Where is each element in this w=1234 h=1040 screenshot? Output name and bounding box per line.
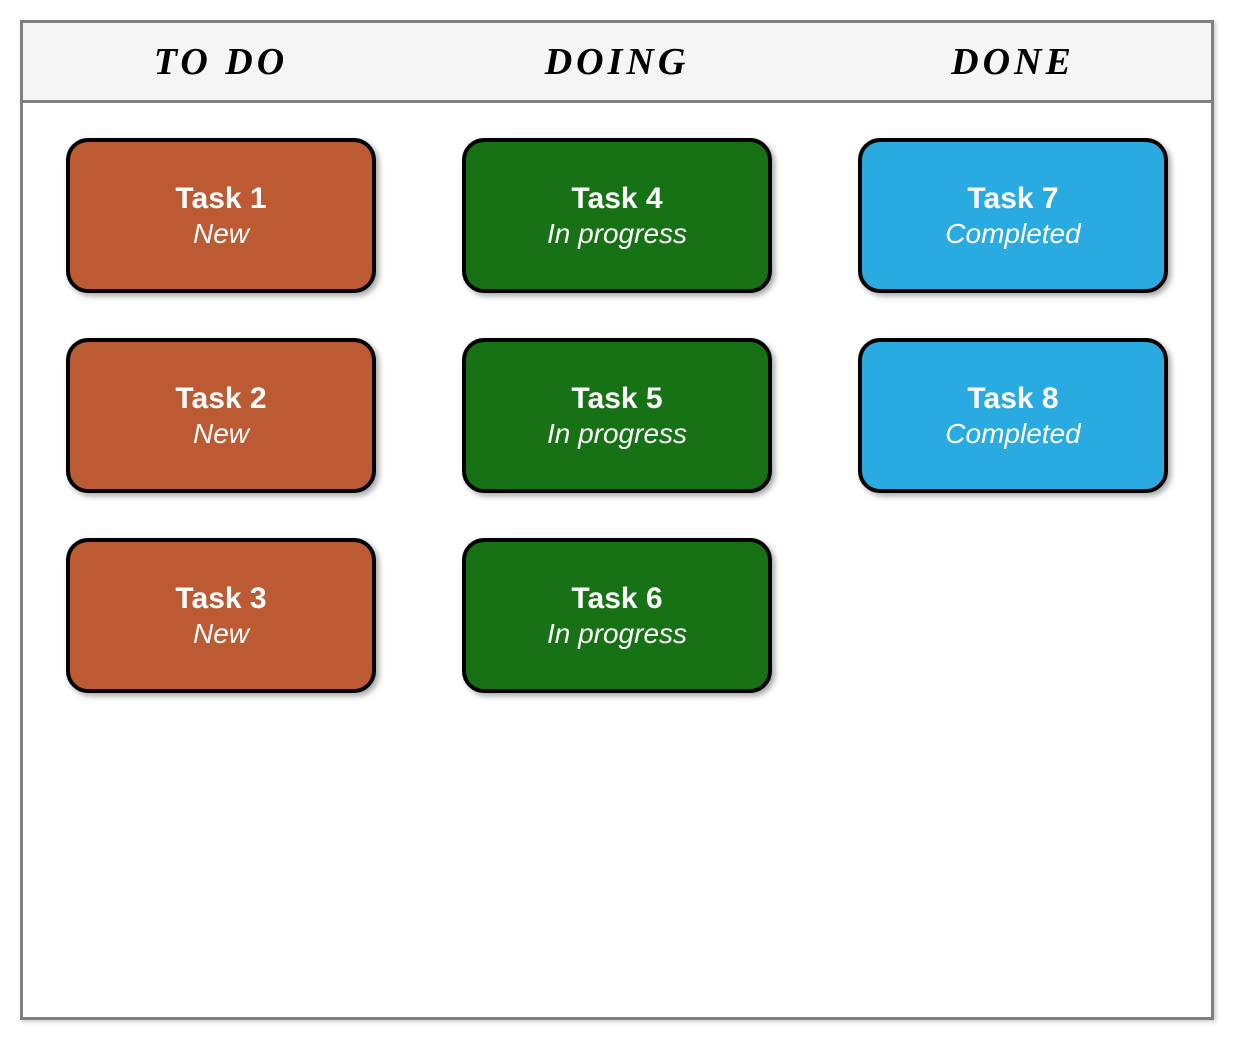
column-header-doing: DOING	[419, 23, 815, 100]
task-card[interactable]: Task 8 Completed	[858, 338, 1168, 493]
task-card[interactable]: Task 2 New	[66, 338, 376, 493]
task-card-title: Task 7	[967, 182, 1058, 216]
column-done[interactable]: Task 7 Completed Task 8 Completed	[815, 138, 1211, 982]
task-card-status: Completed	[945, 418, 1080, 450]
task-card[interactable]: Task 5 In progress	[462, 338, 772, 493]
task-card-title: Task 8	[967, 382, 1058, 416]
task-card[interactable]: Task 3 New	[66, 538, 376, 693]
kanban-board: TO DO DOING DONE Task 1 New Task 2 New T…	[20, 20, 1214, 1020]
task-card-status: New	[193, 618, 249, 650]
column-header-todo: TO DO	[23, 23, 419, 100]
column-doing[interactable]: Task 4 In progress Task 5 In progress Ta…	[419, 138, 815, 982]
task-card-title: Task 4	[571, 182, 662, 216]
columns-row: Task 1 New Task 2 New Task 3 New Task 4 …	[23, 103, 1211, 1017]
task-card-title: Task 3	[175, 582, 266, 616]
task-card-status: In progress	[547, 618, 687, 650]
task-card-status: Completed	[945, 218, 1080, 250]
column-header-done: DONE	[815, 23, 1211, 100]
task-card-status: New	[193, 218, 249, 250]
task-card-title: Task 6	[571, 582, 662, 616]
task-card-title: Task 1	[175, 182, 266, 216]
task-card[interactable]: Task 1 New	[66, 138, 376, 293]
task-card-status: In progress	[547, 418, 687, 450]
header-row: TO DO DOING DONE	[23, 23, 1211, 103]
task-card[interactable]: Task 7 Completed	[858, 138, 1168, 293]
column-todo[interactable]: Task 1 New Task 2 New Task 3 New	[23, 138, 419, 982]
task-card[interactable]: Task 4 In progress	[462, 138, 772, 293]
task-card-title: Task 2	[175, 382, 266, 416]
task-card-title: Task 5	[571, 382, 662, 416]
task-card-status: New	[193, 418, 249, 450]
task-card-status: In progress	[547, 218, 687, 250]
task-card[interactable]: Task 6 In progress	[462, 538, 772, 693]
